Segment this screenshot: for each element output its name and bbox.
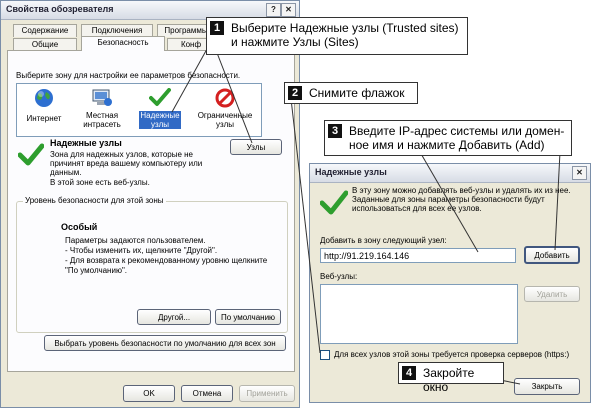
checkmark-icon <box>320 190 348 215</box>
require-https-label: Для всех узлов этой зоны требуется прове… <box>334 350 570 359</box>
callout-1-line-2: и нажмите Узлы (Sites) <box>231 35 359 49</box>
zone-restricted-label: Ограниченные узлы <box>197 111 253 129</box>
zone-prompt: Выберите зону для настройки ее параметро… <box>16 71 241 80</box>
level-desc-4: "По умолчанию". <box>65 266 128 275</box>
sites-close-x-button[interactable]: ✕ <box>572 166 587 180</box>
level-desc-3: - Для возврата к рекомендованному уровню… <box>65 256 268 265</box>
tab-content[interactable]: Содержание <box>13 24 77 37</box>
level-title: Особый <box>61 222 98 232</box>
default-all-zones-button[interactable]: Выбрать уровень безопасности по умолчани… <box>44 335 286 351</box>
zone-trusted-label: Надежные узлы <box>139 111 181 129</box>
callout-2-line-1: Снимите флажок <box>309 86 405 100</box>
zone-restricted[interactable]: Ограниченные узлы <box>193 86 257 132</box>
remove-site-button[interactable]: Удалить <box>524 286 580 302</box>
callout-1: 1 Выберите Надежные узлы (Trusted sites)… <box>206 17 468 55</box>
sites-list-label: Веб-узлы: <box>320 272 358 281</box>
cancel-button[interactable]: Отмена <box>181 385 233 402</box>
callout-1-line-1: Выберите Надежные узлы (Trusted sites) <box>231 21 459 35</box>
zone-desc-3: данным. <box>50 168 82 177</box>
custom-level-button[interactable]: Другой... <box>137 309 211 325</box>
callout-4-line-1: Закройте окно <box>423 366 475 394</box>
zone-internet-label: Интернет <box>26 114 62 123</box>
level-desc-2: - Чтобы изменить их, щелкните "Другой". <box>65 246 218 255</box>
require-https-checkbox[interactable] <box>320 350 330 360</box>
zone-title: Надежные узлы <box>50 138 122 148</box>
callout-2-number: 2 <box>288 86 302 100</box>
zone-desc-4: В этой зоне есть веб-узлы. <box>50 178 150 187</box>
globe-icon <box>35 89 53 107</box>
security-level-group: Уровень безопасности для этой зоны Особы… <box>16 196 288 333</box>
sites-titlebar: Надежные узлы ✕ <box>310 164 590 183</box>
tab-security[interactable]: Безопасность <box>81 36 165 51</box>
callout-3-line-2: ное имя и нажмите Добавить (Add) <box>349 138 545 152</box>
callout-3-line-1: Введите IP-адрес системы или домен- <box>349 124 565 138</box>
main-dialog-title: Свойства обозревателя <box>6 4 114 14</box>
sites-list[interactable] <box>320 284 518 344</box>
default-level-button[interactable]: По умолчанию <box>215 309 281 325</box>
callout-3: 3 Введите IP-адрес системы или домен- но… <box>324 120 572 156</box>
zone-list: Интернет Местная интрасеть Надежные узлы <box>16 83 262 137</box>
callout-1-number: 1 <box>210 21 224 35</box>
add-site-label: Добавить в зону следующий узел: <box>320 236 447 245</box>
sites-info-3: использоваться для всех ее узлов. <box>352 204 482 213</box>
security-panel: Выберите зону для настройки ее параметро… <box>7 50 295 372</box>
internet-options-dialog: Свойства обозревателя ? ✕ Содержание Под… <box>0 0 300 408</box>
apply-button[interactable]: Применить <box>239 385 295 402</box>
zone-internet[interactable]: Интернет <box>21 86 67 132</box>
zone-trusted[interactable]: Надежные узлы <box>135 86 185 132</box>
help-button[interactable]: ? <box>266 3 281 17</box>
sites-close-button[interactable]: Закрыть <box>514 378 580 395</box>
trusted-check-icon <box>149 88 171 106</box>
callout-3-number: 3 <box>328 124 342 138</box>
callout-4-number: 4 <box>402 366 416 380</box>
intranet-computer-icon <box>92 89 112 106</box>
level-desc-1: Параметры задаются пользователем. <box>65 236 206 245</box>
callout-4: 4 Закройте окно <box>398 362 504 394</box>
sites-button[interactable]: Узлы <box>230 139 282 155</box>
zone-intranet[interactable]: Местная интрасеть <box>75 86 129 132</box>
sites-dialog-title: Надежные узлы <box>315 167 387 177</box>
checkmark-icon <box>18 143 44 166</box>
main-close-button[interactable]: ✕ <box>281 3 296 17</box>
zone-intranet-label: Местная интрасеть <box>83 111 121 129</box>
security-level-label: Уровень безопасности для этой зоны <box>23 196 166 205</box>
ok-button[interactable]: OK <box>123 385 175 402</box>
add-site-button[interactable]: Добавить <box>524 246 580 264</box>
restricted-icon <box>215 88 235 108</box>
add-site-input[interactable] <box>320 248 516 263</box>
callout-2: 2 Снимите флажок <box>284 82 418 104</box>
